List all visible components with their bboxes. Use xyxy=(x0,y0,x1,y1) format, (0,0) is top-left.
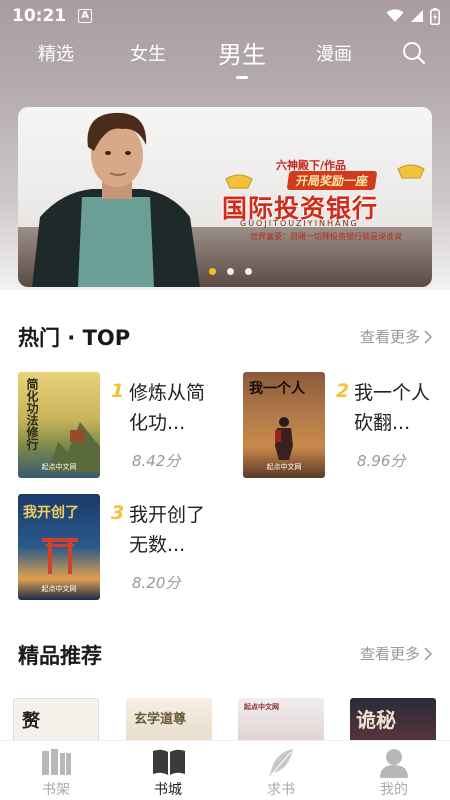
cover-art xyxy=(275,417,293,460)
book-card[interactable]: 简化功法修行 起点中文网 1 修炼从简化功... 8.42分 xyxy=(18,372,223,478)
featured-book-cover[interactable]: 赘 xyxy=(13,698,99,740)
featured-book-cover[interactable]: 玄学道尊 xyxy=(126,698,212,740)
book-score: 8.42分 xyxy=(132,452,181,470)
featured-book-cover[interactable]: 起点中文网 xyxy=(238,698,324,740)
banner-pinyin: GUOJITOUZIYINHANG xyxy=(240,219,359,228)
tab-request-book[interactable]: 求书 xyxy=(225,741,337,800)
cover-title: 诡秘 xyxy=(356,708,396,732)
pagination-dot[interactable] xyxy=(226,268,234,275)
search-icon[interactable] xyxy=(402,41,426,65)
cover-title: 简化功法修行 xyxy=(25,378,39,450)
cover-title: 赘 xyxy=(22,711,40,732)
cover-title: 起点中文网 xyxy=(244,703,279,711)
book-rank: 2 xyxy=(336,380,350,402)
promo-banner[interactable]: 六神殿下/作品 开局奖励一座 国际投资银行 GUOJITOUZIYINHANG … xyxy=(18,107,432,287)
featured-books-row: 赘 玄学道尊 起点中文网 诡秘 xyxy=(0,698,450,740)
pagination-dot[interactable] xyxy=(244,268,252,275)
book-score: 8.20分 xyxy=(132,574,181,592)
cover-title: 玄学道尊 xyxy=(134,712,187,727)
bookshelf-icon xyxy=(42,749,71,775)
cover-title: 我一个人 xyxy=(249,381,305,397)
tab-featured[interactable]: 精选 xyxy=(38,40,74,66)
book-score: 8.96分 xyxy=(357,452,406,470)
chevron-right-icon xyxy=(424,646,432,661)
pagination-dot[interactable] xyxy=(208,268,216,275)
tab-label: 求书 xyxy=(267,782,295,798)
book-rank: 1 xyxy=(111,380,125,402)
cover-publisher: 起点中文网 xyxy=(41,585,77,593)
tab-male[interactable]: 男生 xyxy=(218,35,266,70)
gold-ingot-icon xyxy=(225,174,253,189)
tab-label: 书架 xyxy=(42,782,70,798)
feather-icon xyxy=(269,749,293,777)
tab-comics[interactable]: 漫画 xyxy=(316,40,352,66)
tab-bookstore[interactable]: 书城 xyxy=(112,741,224,800)
chevron-right-icon xyxy=(424,329,432,344)
battery-icon xyxy=(430,7,440,25)
tab-female[interactable]: 女生 xyxy=(130,40,166,66)
cover-publisher: 起点中文网 xyxy=(266,463,302,471)
book-cover: 我一个人 起点中文网 xyxy=(243,372,325,478)
book-cover: 简化功法修行 起点中文网 xyxy=(18,372,100,478)
banner-character-illustration xyxy=(32,112,200,287)
status-bar: 10:21 A xyxy=(0,0,450,32)
person-icon xyxy=(380,749,408,778)
status-indicators xyxy=(386,7,440,25)
see-more-label: 查看更多 xyxy=(359,328,420,346)
featured-see-more-link[interactable]: 查看更多 xyxy=(360,643,432,664)
status-time: 10:21 xyxy=(12,6,67,26)
hot-section-title: 热门 · TOP xyxy=(18,326,131,350)
channel-nav: 精选 女生 男生 漫画 xyxy=(0,32,450,80)
tab-bookshelf[interactable]: 书架 xyxy=(0,741,112,800)
open-book-icon xyxy=(153,749,185,775)
tab-mine[interactable]: 我的 xyxy=(338,741,450,800)
cover-art xyxy=(42,538,78,574)
book-card[interactable]: 我开创了 起点中文网 3 我开创了无数... 8.20分 xyxy=(18,494,223,600)
book-title: 我一个人砍翻... xyxy=(354,382,431,434)
wifi-icon xyxy=(386,9,404,22)
cover-title: 我开创了 xyxy=(23,505,79,521)
gold-ingot-icon xyxy=(397,164,425,179)
book-cover: 我开创了 起点中文网 xyxy=(18,494,100,600)
book-card[interactable]: 我一个人 起点中文网 2 我一个人砍翻... 8.96分 xyxy=(243,372,448,478)
notification-icon: A xyxy=(78,9,93,23)
bottom-tab-bar: 书架 书城 求书 我的 xyxy=(0,740,450,800)
featured-section-title: 精品推荐 xyxy=(18,644,102,668)
signal-icon xyxy=(411,10,423,22)
tab-label: 书城 xyxy=(154,782,182,798)
book-title: 修炼从简化功... xyxy=(129,382,206,434)
featured-book-cover[interactable]: 诡秘 xyxy=(350,698,436,740)
book-title: 我开创了无数... xyxy=(129,504,206,556)
see-more-label: 查看更多 xyxy=(359,645,420,663)
banner-slogan: 开局奖励一座 xyxy=(286,171,378,190)
banner-pagination xyxy=(0,268,450,275)
cover-publisher: 起点中文网 xyxy=(41,463,77,471)
tab-label: 我的 xyxy=(380,782,408,798)
book-rank: 3 xyxy=(111,502,125,524)
active-tab-indicator xyxy=(236,76,248,79)
banner-blurb: 世界富豪：目睹一切拜投资银行就是说谁说 xyxy=(250,232,402,241)
hot-see-more-link[interactable]: 查看更多 xyxy=(360,326,432,347)
